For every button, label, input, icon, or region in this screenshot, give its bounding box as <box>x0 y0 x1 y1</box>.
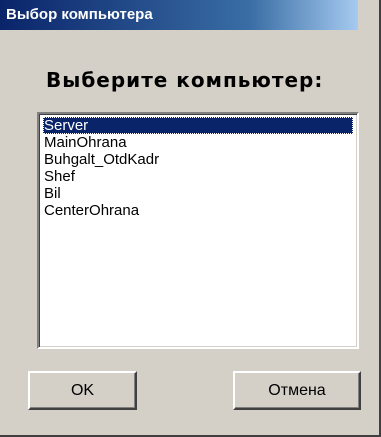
cancel-button[interactable]: Отмена <box>233 371 361 410</box>
ok-button[interactable]: OK <box>28 371 137 410</box>
dialog-heading: Выберите компьютер: <box>46 68 324 92</box>
title-bar[interactable]: Выбор компьютера <box>0 0 358 30</box>
window-title: Выбор компьютера <box>6 6 153 23</box>
list-item[interactable]: Buhgalt_OtdKadr <box>43 151 353 168</box>
list-item[interactable]: CenterOhrana <box>43 202 353 219</box>
list-item[interactable]: Server <box>43 117 353 134</box>
computer-select-dialog: Выбор компьютера Выберите компьютер: Ser… <box>0 0 381 437</box>
list-item[interactable]: MainOhrana <box>43 134 353 151</box>
list-item[interactable]: Shef <box>43 168 353 185</box>
list-item[interactable]: Bil <box>43 185 353 202</box>
computer-listbox[interactable]: Server MainOhrana Buhgalt_OtdKadr Shef B… <box>37 112 359 349</box>
